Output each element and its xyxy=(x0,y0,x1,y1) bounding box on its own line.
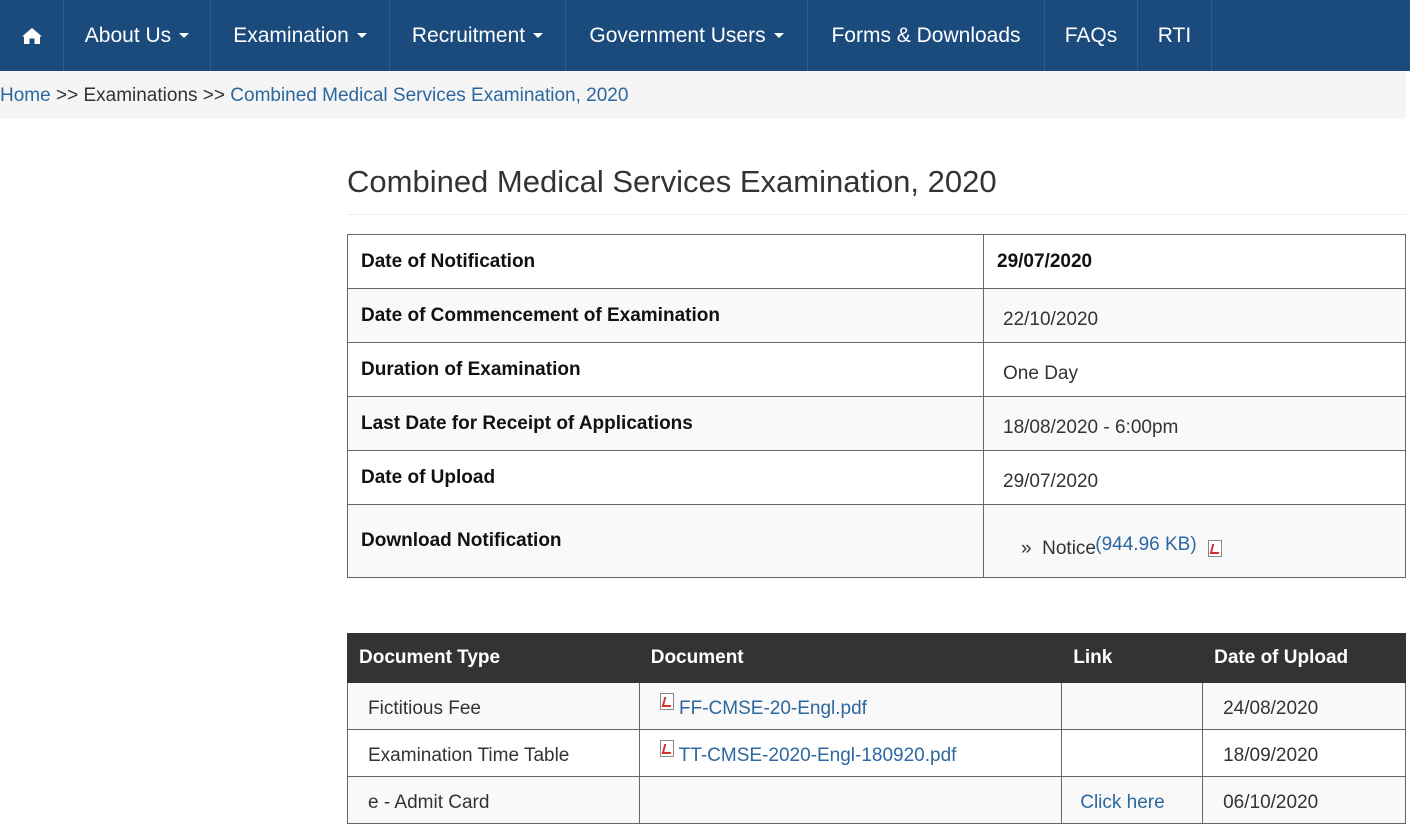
info-label: Duration of Examination xyxy=(347,342,984,397)
info-label: Last Date for Receipt of Applications xyxy=(347,396,984,451)
link-cell: Click here xyxy=(1061,776,1204,824)
info-value-cell: 18/08/2020 - 6:00pm xyxy=(983,396,1406,451)
doc-type-cell: Examination Time Table xyxy=(347,729,640,777)
document-link[interactable]: TT-CMSE-2020-Engl-180920.pdf xyxy=(679,745,957,766)
info-row-upload-date: Date of Upload 29/07/2020 xyxy=(347,450,1406,505)
nav-label: RTI xyxy=(1157,23,1192,47)
column-header-date-of-upload: Date of Upload xyxy=(1202,633,1406,683)
doc-cell: FF-CMSE-20-Engl.pdf xyxy=(638,682,1063,730)
notice-label: Notice xyxy=(1042,538,1096,559)
info-row-notification-date: Date of Notification 29/07/2020 xyxy=(347,234,1406,289)
nav-forms-downloads[interactable]: Forms & Downloads xyxy=(808,0,1045,71)
caret-down-icon xyxy=(533,33,544,38)
pdf-icon[interactable] xyxy=(659,740,674,758)
info-row-duration: Duration of Examination One Day xyxy=(347,342,1406,397)
table-row: Fictitious Fee FF-CMSE-20-Engl.pdf 24/08… xyxy=(347,682,1406,730)
home-nav-button[interactable] xyxy=(0,0,64,71)
nav-label: FAQs xyxy=(1064,23,1118,47)
info-label: Date of Upload xyxy=(347,450,984,505)
nav-recruitment[interactable]: Recruitment xyxy=(390,0,566,71)
date-cell: 24/08/2020 xyxy=(1202,682,1406,730)
date-cell: 06/10/2020 xyxy=(1202,776,1406,824)
page-title: Combined Medical Services Examination, 2… xyxy=(347,164,997,199)
table-row: e - Admit Card Click here 06/10/2020 xyxy=(347,776,1406,824)
info-label: Date of Commencement of Examination xyxy=(347,288,984,343)
notice-download-link[interactable]: (944.96 KB) xyxy=(1095,534,1196,555)
breadcrumb-current-link[interactable]: Combined Medical Services Examination, 2… xyxy=(230,85,628,106)
upload-date: 06/10/2020 xyxy=(1223,792,1319,813)
home-icon xyxy=(21,27,42,44)
admit-card-click-here-link[interactable]: Click here xyxy=(1080,792,1164,813)
download-item: » Notice (944.96 KB) xyxy=(1015,534,1222,559)
documents-table: Document Type Document Link Date of Uplo… xyxy=(347,633,1406,824)
caret-down-icon xyxy=(179,33,190,38)
column-header-link: Link xyxy=(1061,633,1204,683)
breadcrumb-examinations: Examinations xyxy=(83,85,198,106)
breadcrumb-separator: >> xyxy=(55,85,79,106)
breadcrumb-separator: >> xyxy=(202,85,225,106)
caret-down-icon xyxy=(773,33,784,38)
info-label: Date of Notification xyxy=(347,234,984,289)
doc-type: e - Admit Card xyxy=(368,792,490,813)
exam-info-table: Date of Notification 29/07/2020 Date of … xyxy=(347,234,1406,578)
doc-cell: TT-CMSE-2020-Engl-180920.pdf xyxy=(638,729,1063,777)
download-cell: » Notice (944.96 KB) xyxy=(983,504,1406,578)
doc-type-cell: e - Admit Card xyxy=(347,776,640,824)
title-divider xyxy=(347,214,1406,215)
upload-date: 18/09/2020 xyxy=(1223,745,1319,766)
table-row: Examination Time Table TT-CMSE-2020-Engl… xyxy=(347,729,1406,777)
top-navigation: About Us Examination Recruitment Governm… xyxy=(0,0,1410,71)
upload-date: 24/08/2020 xyxy=(1223,698,1319,719)
doc-cell xyxy=(638,776,1063,824)
doc-type-cell: Fictitious Fee xyxy=(347,682,640,730)
nav-examination[interactable]: Examination xyxy=(211,0,390,71)
doc-type: Examination Time Table xyxy=(368,745,570,766)
nav-label: Forms & Downloads xyxy=(831,23,1021,47)
pdf-icon[interactable] xyxy=(1207,540,1222,558)
column-header-document-type: Document Type xyxy=(347,633,640,683)
nav-about-us[interactable]: About Us xyxy=(64,0,211,71)
documents-header-row: Document Type Document Link Date of Uplo… xyxy=(347,633,1406,683)
caret-down-icon xyxy=(356,33,367,38)
info-label: Download Notification xyxy=(347,504,984,578)
link-cell xyxy=(1061,729,1204,777)
nav-label: Examination xyxy=(233,23,349,47)
date-cell: 18/09/2020 xyxy=(1202,729,1406,777)
nav-rti[interactable]: RTI xyxy=(1138,0,1212,71)
doc-type: Fictitious Fee xyxy=(368,698,481,719)
nav-label: Recruitment xyxy=(411,23,526,47)
breadcrumb: Home >> Examinations >> Combined Medical… xyxy=(0,71,1406,119)
pdf-icon[interactable] xyxy=(659,693,674,711)
info-row-commencement: Date of Commencement of Examination 22/1… xyxy=(347,288,1406,343)
info-value: 18/08/2020 - 6:00pm xyxy=(1003,416,1179,438)
info-row-last-date: Last Date for Receipt of Applications 18… xyxy=(347,396,1406,451)
info-value: 22/10/2020 xyxy=(1003,308,1099,330)
nav-label: About Us xyxy=(84,23,172,47)
info-value-cell: One Day xyxy=(983,342,1406,397)
nav-label: Government Users xyxy=(589,23,766,47)
info-value: 29/07/2020 xyxy=(983,234,1406,289)
info-row-download: Download Notification » Notice (944.96 K… xyxy=(347,504,1406,578)
info-value-cell: 22/10/2020 xyxy=(983,288,1406,343)
nav-faqs[interactable]: FAQs xyxy=(1045,0,1138,71)
nav-government-users[interactable]: Government Users xyxy=(566,0,808,71)
bullet: » xyxy=(1021,538,1032,559)
document-link[interactable]: FF-CMSE-20-Engl.pdf xyxy=(679,698,867,719)
info-value: 29/07/2020 xyxy=(1003,470,1099,492)
link-cell xyxy=(1061,682,1204,730)
breadcrumb-home-link[interactable]: Home xyxy=(0,85,51,106)
info-value: One Day xyxy=(1003,362,1078,384)
column-header-document: Document xyxy=(638,633,1063,683)
info-value-cell: 29/07/2020 xyxy=(983,450,1406,505)
